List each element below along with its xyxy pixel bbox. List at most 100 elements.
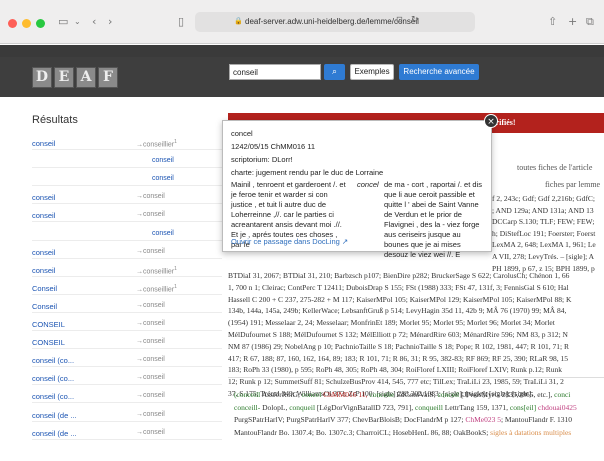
result-row[interactable]: conseil →conseil	[32, 208, 222, 223]
translate-icon[interactable]: ⊡	[396, 15, 403, 24]
form-segment[interactable]: conceil	[437, 390, 461, 399]
result-lemma[interactable]: conseil	[152, 175, 174, 182]
result-row[interactable]: conseil →conseil	[32, 190, 222, 205]
result-word[interactable]: conseil	[32, 193, 55, 202]
form-segment[interactable]: conceill-	[234, 403, 262, 412]
form-segment[interactable]: sigles à datations multiples	[490, 428, 571, 437]
form-segment[interactable]: conqueil	[289, 403, 317, 412]
form-segment[interactable]: (conceill	[234, 390, 262, 399]
result-lemma[interactable]: →conseil	[136, 411, 165, 418]
result-lemma[interactable]: →conseil	[136, 193, 165, 200]
close-window-button[interactable]	[8, 19, 17, 28]
zoom-window-button[interactable]	[36, 19, 45, 28]
result-word[interactable]: conseil (co...	[32, 374, 74, 383]
result-lemma[interactable]: →conseillier1	[136, 266, 177, 275]
result-row[interactable]: conseil (de ... →conseil	[32, 426, 222, 440]
search-input[interactable]: conseil	[229, 64, 321, 80]
result-word[interactable]: CONSEIL	[32, 320, 65, 329]
context-line: Flavignei , des la - viez forge	[384, 220, 480, 229]
result-row[interactable]: conseil	[32, 154, 222, 169]
result-word[interactable]: Conseil	[32, 284, 57, 293]
result-lemma[interactable]: →conseil	[136, 374, 165, 381]
forward-icon[interactable]: ›	[108, 14, 112, 30]
result-row[interactable]: conseil (de ... →conseil	[32, 408, 222, 422]
plus-icon[interactable]: +	[568, 14, 577, 30]
exemples-button[interactable]: Exemples	[350, 64, 394, 80]
form-segment[interactable]: EdConfVatS,	[396, 390, 437, 399]
shield-icon[interactable]: ▯	[178, 14, 184, 30]
result-row[interactable]: conseil →conseil	[32, 245, 222, 259]
form-segment[interactable]: concel	[302, 390, 323, 399]
fiches-by-lemma-link[interactable]: fiches par lemme	[545, 180, 600, 189]
result-row[interactable]: conseil (co... →conseil	[32, 371, 222, 386]
form-segment[interactable]: AssJérRoiG,	[262, 390, 302, 399]
close-icon[interactable]: ×	[484, 114, 498, 128]
result-word[interactable]: conseil	[32, 211, 55, 220]
result-lemma[interactable]: →conseil	[136, 320, 165, 327]
result-row[interactable]: Conseil →conseillier1	[32, 281, 222, 295]
result-word[interactable]: conseil (de ...	[32, 411, 77, 420]
context-line: desouz le viez wei //. E	[384, 250, 461, 259]
tabs-icon[interactable]: ⧉	[586, 14, 594, 30]
result-row[interactable]: conseil	[32, 172, 222, 187]
result-word[interactable]: conseil	[32, 266, 55, 275]
form-segment[interactable]: PurgSPatrHarlV; PurgSPatrHarlV 377; Chev…	[234, 415, 465, 424]
address-bar[interactable]: 🔒 deaf-server.adw.uni-heidelberg.de/lemm…	[195, 12, 475, 32]
forms-line: (conceill AssJérRoiG, concel ChMM016 11,…	[234, 390, 604, 399]
reload-icon[interactable]: ↻	[411, 15, 419, 25]
url-text[interactable]: deaf-server.adw.uni-heidelberg.de/lemme/…	[245, 17, 419, 26]
result-word[interactable]: conseil (co...	[32, 392, 74, 401]
result-row[interactable]: Conseil →conseil	[32, 299, 222, 313]
form-segment[interactable]: concelie	[369, 390, 396, 399]
result-lemma[interactable]: →conseil	[136, 429, 165, 436]
form-segment[interactable]: cons[eil]	[510, 403, 538, 412]
result-word[interactable]: CONSEIL	[32, 338, 65, 347]
sidebar-icon[interactable]: ▭	[58, 14, 68, 30]
form-segment[interactable]: ChMe023 5	[465, 415, 501, 424]
all-fiches-link[interactable]: toutes fiches de l'article	[517, 163, 592, 172]
minimize-window-button[interactable]	[22, 19, 31, 28]
result-row[interactable]: conseil →conseillier1	[32, 263, 222, 277]
result-word[interactable]: conseil	[32, 139, 55, 148]
bibliography-line: (1954) 191; Messelaar 2, 24; Messelaar; …	[228, 318, 555, 328]
form-segment[interactable]: LettrTang 159, 1371,	[445, 403, 510, 412]
chevron-down-icon[interactable]: ⌄	[74, 14, 81, 30]
form-segment[interactable]: MantouFlandr Bo. 1307.4; Bo. 1307c.3; Ch…	[234, 428, 490, 437]
result-lemma[interactable]: →conseil	[136, 302, 165, 309]
form-segment[interactable]: conqueill	[415, 403, 445, 412]
result-lemma[interactable]: →conseil	[136, 356, 165, 363]
result-lemma[interactable]: →conseillier1	[136, 284, 177, 293]
result-lemma[interactable]: →conseillier1	[136, 139, 177, 148]
form-segment[interactable]: conci	[554, 390, 570, 399]
form-segment[interactable]: ChMM016 11,	[323, 390, 369, 399]
open-docling-link[interactable]: Ouvrir ce passage dans DocLing ↗	[231, 237, 348, 246]
search-button[interactable]: ⌕	[324, 64, 345, 80]
result-word[interactable]: conseil (co...	[32, 356, 74, 365]
result-word[interactable]: conseil (de ...	[32, 429, 77, 438]
form-segment[interactable]: DolopL,	[262, 403, 289, 412]
deaf-logo[interactable]: D E A F	[32, 67, 118, 88]
form-segment[interactable]: [JPreisMyrG 2835,2865, etc.],	[461, 390, 554, 399]
result-row[interactable]: conseil →conseillier1	[32, 136, 222, 150]
form-segment[interactable]: ; MantouFlandr F. 1310	[501, 415, 572, 424]
result-lemma[interactable]: →conseil	[136, 338, 165, 345]
back-icon[interactable]: ‹	[92, 14, 96, 30]
result-word[interactable]: Conseil	[32, 302, 57, 311]
advanced-search-button[interactable]: Recherche avancée	[399, 64, 479, 80]
result-lemma[interactable]: →conseil	[136, 248, 165, 255]
result-lemma[interactable]: conseil	[152, 230, 174, 237]
result-lemma[interactable]: →conseil	[136, 392, 165, 399]
result-row[interactable]: conseil	[32, 227, 222, 241]
result-row[interactable]: CONSEIL →conseil	[32, 317, 222, 331]
context-line: aus ceriseirs jusque au	[384, 230, 461, 239]
form-segment[interactable]: [LégDorVignBatallD 723, 791],	[317, 403, 415, 412]
form-segment[interactable]: chdouai0425	[538, 403, 577, 412]
result-lemma[interactable]: →conseil	[136, 211, 165, 218]
result-row[interactable]: CONSEIL →conseil	[32, 335, 222, 350]
result-word[interactable]: conseil	[32, 248, 55, 257]
share-icon[interactable]: ⇧	[548, 14, 557, 30]
result-lemma[interactable]: conseil	[152, 157, 174, 164]
result-row[interactable]: conseil (co... →conseil	[32, 389, 222, 404]
context-line: de ma - cort , raportai /. et dis	[384, 180, 482, 189]
result-row[interactable]: conseil (co... →conseil	[32, 353, 222, 368]
